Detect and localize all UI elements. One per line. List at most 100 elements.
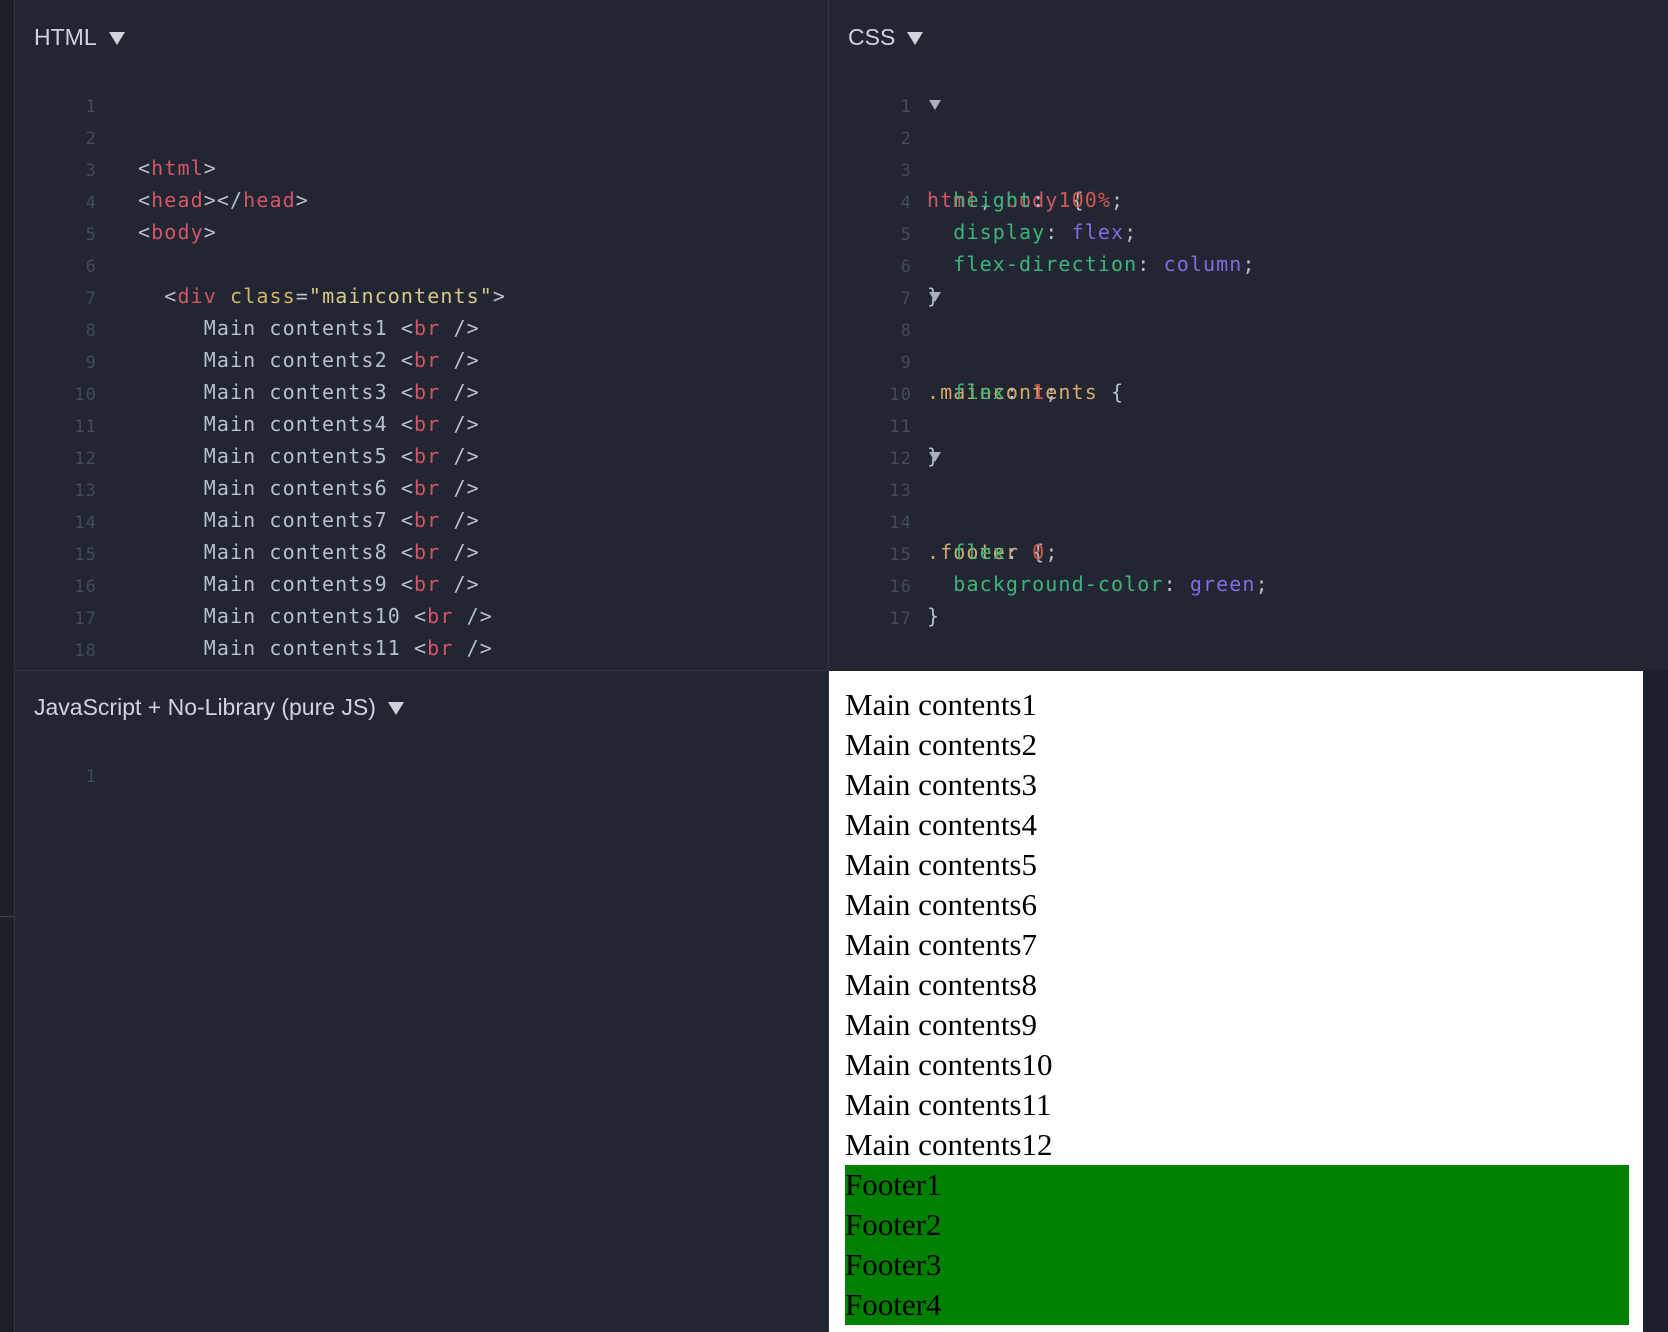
code-line: 15 } <box>829 536 1668 628</box>
caret-down-icon[interactable] <box>108 32 125 45</box>
code-text: Main contents8 <br /> <box>203 540 480 564</box>
line-number: 4 <box>900 193 912 213</box>
code-text: Main contents1 <br /> <box>203 316 480 340</box>
code-line: 1 <box>15 758 828 790</box>
caret-down-icon[interactable] <box>907 32 924 45</box>
code-text: Main contents11 <br /> <box>203 636 493 660</box>
code-line: 5 <div class="maincontents"> <box>15 216 828 308</box>
code-line: 8 Main contents1 <br /> <box>15 312 828 344</box>
js-code-area[interactable]: 1 <box>15 758 828 790</box>
code-line: 14 background-color: green; <box>829 504 1668 596</box>
code-line: 18 Main contents11 <br /> <box>15 632 828 664</box>
line-number: 12 <box>889 449 912 469</box>
line-number: 6 <box>900 257 912 277</box>
line-number: 7 <box>900 289 912 309</box>
footer-block: Footer1 Footer2 Footer3 Footer4 <box>845 1165 1629 1325</box>
result-main-line: Main contents5 <box>845 847 1037 882</box>
code-line: 7 <box>15 280 828 312</box>
line-number: 9 <box>85 353 97 373</box>
line-number: 15 <box>889 545 912 565</box>
horizontal-divider[interactable] <box>15 670 828 671</box>
code-line: 9 Main contents2 <br /> <box>15 344 828 376</box>
caret-down-icon[interactable] <box>387 702 404 715</box>
line-number: 18 <box>74 641 97 661</box>
result-main-line: Main contents9 <box>845 1007 1037 1042</box>
line-number: 17 <box>74 609 97 629</box>
html-editor-pane[interactable]: HTML 1 <html> 2 <head></head> 3 <body> 4… <box>15 0 828 670</box>
code-line: 6 <box>829 248 1668 280</box>
code-line: 16 Main contents9 <br /> <box>15 568 828 600</box>
code-line: 2 <head></head> <box>15 120 828 212</box>
line-number: 2 <box>85 129 97 149</box>
line-number: 1 <box>85 767 97 787</box>
html-code-area[interactable]: 1 <html> 2 <head></head> 3 <body> 4 5 <d… <box>15 88 828 664</box>
code-line: 3 display: flex; <box>829 152 1668 244</box>
line-number: 5 <box>85 225 97 245</box>
fold-triangle-icon[interactable] <box>929 100 941 110</box>
result-main-line: Main contents11 <box>845 1087 1052 1122</box>
code-text: Main contents3 <br /> <box>203 380 480 404</box>
code-line: 13 flex: 0; <box>829 472 1668 564</box>
line-number: 17 <box>889 609 912 629</box>
js-pane-title: JavaScript + No-Library (pure JS) <box>34 694 376 720</box>
code-line: 11 Main contents4 <br /> <box>15 408 828 440</box>
line-number: 8 <box>900 321 912 341</box>
result-main-line: Main contents3 <box>845 767 1037 802</box>
html-pane-header[interactable]: HTML <box>34 24 125 51</box>
code-text: Main contents7 <br /> <box>203 508 480 532</box>
line-number: 11 <box>889 417 912 437</box>
code-line: 2 height: 100%; <box>829 120 1668 212</box>
result-footer-line: Footer2 <box>845 1207 942 1242</box>
css-pane-header[interactable]: CSS <box>848 24 924 51</box>
line-number: 6 <box>85 257 97 277</box>
line-number: 16 <box>889 577 912 597</box>
line-number: 3 <box>85 161 97 181</box>
code-text: Main contents2 <br /> <box>203 348 480 372</box>
code-line: 14 Main contents7 <br /> <box>15 504 828 536</box>
result-pane[interactable]: Main contents1 Main contents2 Main content… <box>829 671 1643 1332</box>
code-line: 10 Main contents3 <br /> <box>15 376 828 408</box>
fold-triangle-icon[interactable] <box>929 292 941 302</box>
line-number: 9 <box>900 353 912 373</box>
line-number: 8 <box>85 321 97 341</box>
code-line: 12 .footer { <box>829 440 1668 564</box>
line-number: 2 <box>900 129 912 149</box>
code-text: Main contents5 <br /> <box>203 444 480 468</box>
maincontents-block: Main contents1 Main contents2 Main content… <box>845 685 1629 1165</box>
line-number: 13 <box>889 481 912 501</box>
fold-triangle-icon[interactable] <box>929 452 941 462</box>
code-line: 17 Main contents10 <br /> <box>15 600 828 632</box>
result-body: Main contents1 Main contents2 Main content… <box>845 685 1629 1325</box>
code-line: 17 <box>829 600 1668 632</box>
result-main-line: Main contents12 <box>845 1127 1053 1162</box>
code-line: 16 <box>829 568 1668 600</box>
result-footer-line: Footer3 <box>845 1247 942 1282</box>
line-number: 10 <box>74 385 97 405</box>
js-editor-pane[interactable]: JavaScript + No-Library (pure JS) 1 <box>15 670 828 1332</box>
line-number: 12 <box>74 449 97 469</box>
result-main-line: Main contents2 <box>845 727 1037 762</box>
code-line: 1 html, body { <box>829 88 1668 212</box>
code-line: 1 <html> <box>15 88 828 180</box>
css-editor-pane[interactable]: CSS 1 html, body { 2 height: 100%; 3 dis… <box>829 0 1668 670</box>
line-number: 7 <box>85 289 97 309</box>
code-text: Main contents10 <br /> <box>203 604 493 628</box>
line-number: 15 <box>74 545 97 565</box>
result-footer-line: Footer4 <box>845 1287 942 1322</box>
vertical-divider[interactable] <box>828 0 829 1332</box>
left-gutter <box>0 0 15 1332</box>
css-code-area[interactable]: 1 html, body { 2 height: 100%; 3 display… <box>829 88 1668 632</box>
code-line: 7 .maincontents { <box>829 280 1668 404</box>
code-line: 10 } <box>829 376 1668 468</box>
line-number: 3 <box>900 161 912 181</box>
line-number: 1 <box>85 97 97 117</box>
line-number: 14 <box>889 513 912 533</box>
result-main-line: Main contents10 <box>845 1047 1053 1082</box>
line-number: 10 <box>889 385 912 405</box>
code-line: 3 <body> <box>15 152 828 244</box>
code-line: 12 Main contents5 <br /> <box>15 440 828 472</box>
code-text: Main contents4 <br /> <box>203 412 480 436</box>
line-number: 1 <box>900 97 912 117</box>
js-pane-header[interactable]: JavaScript + No-Library (pure JS) <box>34 694 404 721</box>
code-line: 5 } <box>829 216 1668 308</box>
